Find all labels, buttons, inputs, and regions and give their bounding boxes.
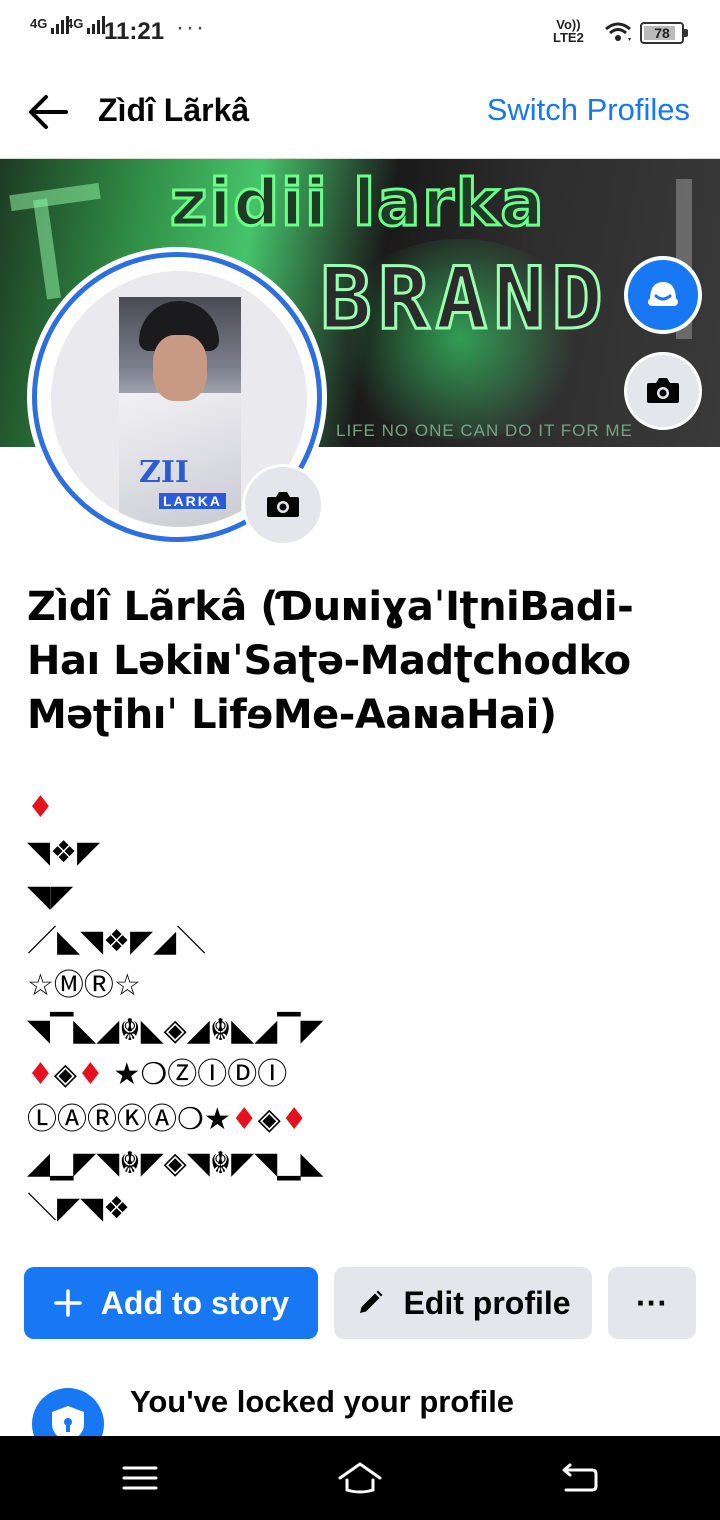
bio-line: ◥❖◤ xyxy=(27,834,101,870)
add-to-story-label: Add to story xyxy=(100,1284,290,1321)
volte-indicator: Vo)) LTE2 xyxy=(553,18,584,44)
app-header: Zìdî Lãrkâ Switch Profiles xyxy=(0,66,720,159)
edit-profile-picture-button[interactable] xyxy=(242,464,324,546)
more-options-button[interactable]: ··· xyxy=(608,1267,696,1339)
lock-shield-icon xyxy=(32,1388,104,1436)
cover-title: zidii larka xyxy=(169,166,546,243)
add-to-story-button[interactable]: Add to story xyxy=(24,1267,318,1339)
avatar-edit-button[interactable] xyxy=(624,256,702,334)
status-bar: 4G 4G 11:21 ··· Vo)) LTE2 78 xyxy=(0,0,720,66)
back-nav-button[interactable] xyxy=(556,1458,604,1498)
bio-line: ◢▁◤◥☬◤◈◥☬◤◥▁◣ xyxy=(27,1146,324,1181)
bio-line: ♦◈♦ ★❍ⓏⒾⒹⒾ xyxy=(27,1057,288,1092)
battery-icon: 78 xyxy=(640,22,688,44)
wifi-icon xyxy=(605,22,631,41)
system-navigation-bar xyxy=(0,1436,720,1520)
camera-icon xyxy=(647,378,679,403)
cover-gun-left-stock xyxy=(33,198,61,300)
bio-line: ♦ xyxy=(27,790,54,825)
bio-line: ◥◤ xyxy=(27,879,74,914)
more-notifications-icon: ··· xyxy=(176,14,206,41)
bio-line: ／◣◥❖◤◢＼ xyxy=(27,923,207,959)
bio-line: ⓁⒶⓇⓀⒶ❍★♦◈♦ xyxy=(27,1101,308,1137)
back-button[interactable] xyxy=(24,88,72,136)
battery-level: 78 xyxy=(654,25,670,41)
cover-tagline: LIFE NO ONE CAN DO IT FOR ME xyxy=(336,421,633,440)
portrait-logo: ZII xyxy=(139,455,189,490)
camera-icon xyxy=(267,492,299,517)
arrow-left-icon xyxy=(29,95,68,129)
back-return-icon xyxy=(562,1463,598,1492)
bio-line: ＼◤◥❖ xyxy=(27,1190,131,1226)
more-horizontal-icon: ··· xyxy=(636,1284,668,1321)
sim2-signal-icon: 4G xyxy=(66,16,107,34)
volte-bottom-label: LTE2 xyxy=(553,30,584,45)
home-button[interactable] xyxy=(336,1458,384,1498)
cover-subtitle: BRAND xyxy=(319,248,609,351)
recent-apps-button[interactable] xyxy=(116,1458,164,1498)
bio-line: ☆ⓂⓇ☆ xyxy=(27,968,141,1003)
locked-profile-notice[interactable]: You've locked your profile xyxy=(0,1370,720,1436)
avatar-face-icon xyxy=(648,282,678,306)
profile-portrait: ZII LARKA xyxy=(119,297,241,527)
status-time: 11:21 xyxy=(104,18,165,45)
portrait-logo-sub: LARKA xyxy=(159,493,226,509)
pencil-icon xyxy=(355,1288,385,1318)
locked-profile-title: You've locked your profile xyxy=(130,1384,515,1419)
home-icon xyxy=(338,1462,382,1494)
switch-profiles-button[interactable]: Switch Profiles xyxy=(487,92,690,128)
header-title: Zìdî Lãrkâ xyxy=(98,92,250,128)
plus-icon xyxy=(53,1288,83,1318)
edit-profile-button[interactable]: Edit profile xyxy=(334,1267,592,1339)
cover-gun-left xyxy=(9,182,101,212)
menu-lines-icon xyxy=(122,1466,158,1490)
bio-line: ◥▔◣◢☬◣◈◢☬◣◢▔◤ xyxy=(27,1012,324,1048)
edit-profile-label: Edit profile xyxy=(403,1284,571,1321)
profile-name: Zìdî Lãrkâ (ƊuɴiɣaˈIʈniBadi-Haı LəkiɴˈSa… xyxy=(27,584,634,738)
edit-cover-photo-button[interactable] xyxy=(624,352,702,430)
profile-bio: ♦ ◥❖◤ ◥◤ ／◣◥❖◤◢＼ ☆ⓂⓇ☆ ◥▔◣◢☬◣◈◢☬◣◢▔◤ ♦◈♦ … xyxy=(27,786,697,1231)
